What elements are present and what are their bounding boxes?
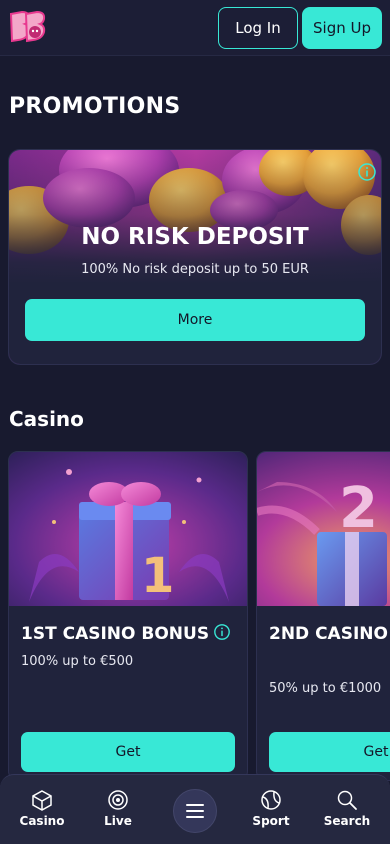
gift-box-image: 1 xyxy=(9,452,247,606)
casino-bonus-card-1[interactable]: 1 1ST CASINO BONUS 100% up to €500 Get xyxy=(8,451,248,781)
promo-subtitle: 100% No risk deposit up to 50 EUR xyxy=(81,262,309,277)
menu-icon xyxy=(186,804,204,818)
gift-box-image: 2 xyxy=(257,452,390,606)
get-bonus-button[interactable]: Get xyxy=(21,732,235,772)
menu-button[interactable] xyxy=(173,789,217,833)
casino-card-subtitle: 50% up to €1000 xyxy=(269,681,382,696)
nav-sport[interactable]: Sport xyxy=(236,789,306,828)
casino-heading: Casino xyxy=(9,407,84,431)
nav-live[interactable]: Live xyxy=(83,789,153,828)
svg-text:2: 2 xyxy=(339,476,378,541)
login-button[interactable]: Log In xyxy=(218,7,298,49)
nav-casino-label: Casino xyxy=(19,814,65,828)
tennis-ball-icon xyxy=(261,790,281,810)
signup-button[interactable]: Sign Up xyxy=(302,7,382,49)
nav-search-label: Search xyxy=(323,814,371,828)
live-icon xyxy=(108,790,128,810)
nav-sport-label: Sport xyxy=(252,814,290,828)
info-icon[interactable] xyxy=(213,622,231,640)
dice-icon xyxy=(32,790,52,811)
get-bonus-button[interactable]: Get xyxy=(269,732,390,772)
bottom-navigation: Casino Live Sport Search xyxy=(0,774,390,844)
svg-text:1: 1 xyxy=(141,548,174,604)
top-header: Log In Sign Up xyxy=(0,0,390,56)
casino-card-subtitle: 100% up to €500 xyxy=(21,654,134,669)
brand-logo[interactable] xyxy=(8,10,48,44)
search-icon xyxy=(337,790,357,810)
promo-headline: NO RISK DEPOSIT xyxy=(81,224,309,250)
nav-live-label: Live xyxy=(104,814,132,828)
casino-bonus-card-2[interactable]: 2 2ND CASINO BONUS 50% up to €1000 Get xyxy=(256,451,390,781)
info-icon[interactable] xyxy=(357,162,377,182)
promo-more-button[interactable]: More xyxy=(25,299,365,341)
nav-search[interactable]: Search xyxy=(312,789,382,828)
casino-card-title: 2ND CASINO BONUS xyxy=(269,624,390,644)
nav-casino[interactable]: Casino xyxy=(7,789,77,828)
promotions-heading: PROMOTIONS xyxy=(9,94,181,119)
casino-card-title: 1ST CASINO BONUS xyxy=(21,620,247,648)
